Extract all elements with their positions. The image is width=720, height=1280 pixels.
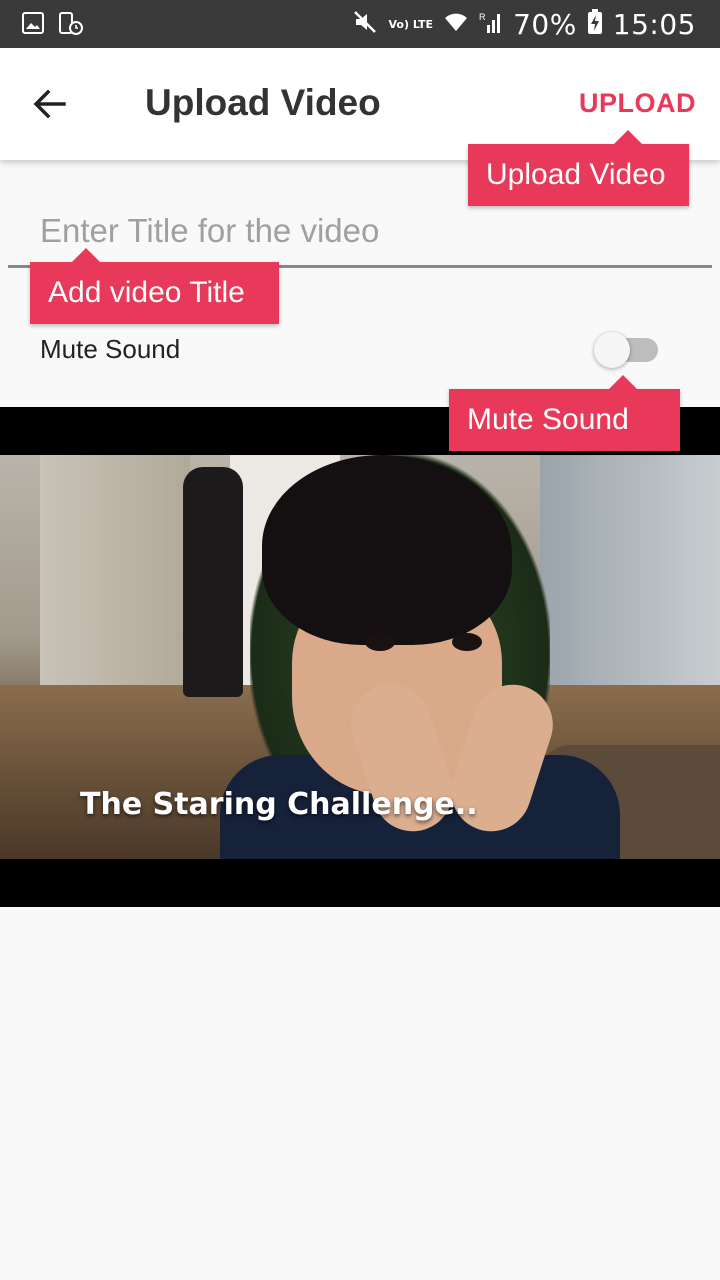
clock: 15:05	[612, 7, 696, 41]
gallery-notification-icon	[22, 12, 44, 34]
tooltip-add-video-title: Add video Title	[30, 248, 279, 324]
roaming-badge: R	[479, 12, 486, 22]
toggle-thumb	[594, 332, 630, 368]
mute-sound-toggle[interactable]	[594, 332, 660, 368]
upload-button[interactable]: UPLOAD	[579, 88, 696, 119]
back-arrow-icon[interactable]	[30, 84, 70, 124]
mute-sound-label: Mute Sound	[40, 334, 181, 364]
page-title: Upload Video	[145, 82, 381, 123]
video-caption: The Staring Challenge..	[80, 787, 478, 822]
video-title-input[interactable]	[8, 196, 712, 268]
signal-icon: R	[479, 11, 503, 37]
video-frame: The Staring Challenge..	[0, 455, 720, 859]
phone-clock-notification-icon	[58, 12, 83, 35]
volte-lte-icon: Vo) LTE	[388, 17, 434, 31]
status-bar: Vo) LTE R 70% 15:05	[0, 0, 720, 48]
video-preview[interactable]: The Staring Challenge..	[0, 407, 720, 907]
battery-charging-icon	[587, 9, 603, 39]
battery-percent: 70%	[513, 7, 577, 41]
wifi-icon	[443, 11, 469, 37]
mute-status-icon	[353, 10, 379, 38]
tooltip-mute-sound: Mute Sound	[449, 375, 680, 451]
tooltip-upload-video: Upload Video	[468, 130, 689, 206]
